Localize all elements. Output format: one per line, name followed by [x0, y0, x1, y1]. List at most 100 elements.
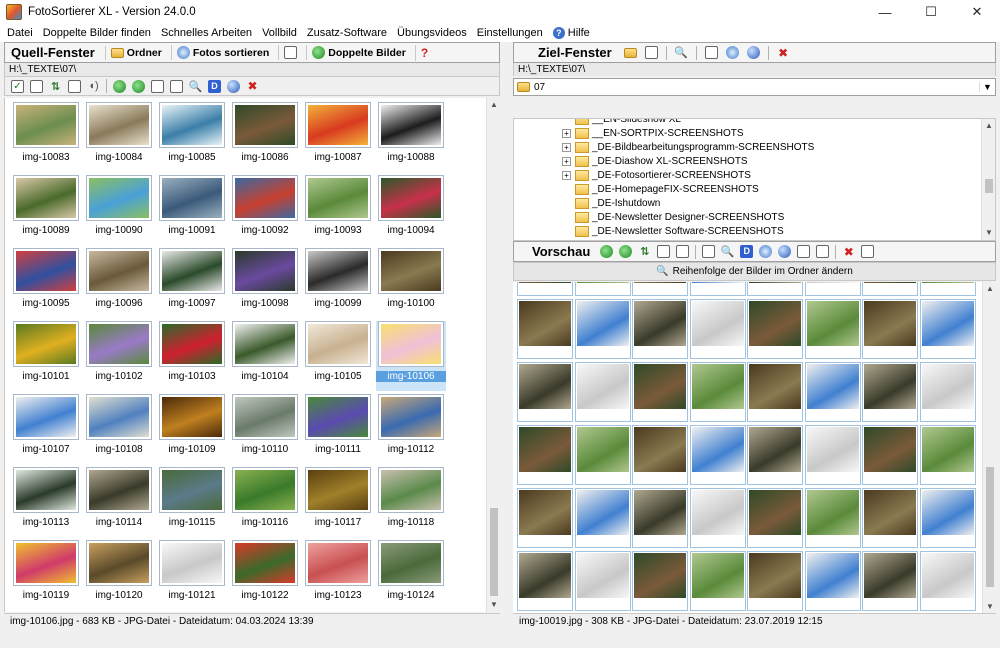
maximize-button[interactable]: ☐: [908, 0, 954, 24]
preview-thumbnail[interactable]: [574, 425, 631, 485]
preview-thumbnail[interactable]: [689, 362, 746, 422]
pv-export-button[interactable]: [757, 243, 774, 260]
thumbnail-item[interactable]: img-10122: [230, 540, 300, 610]
preview-thumbnail[interactable]: [919, 425, 976, 485]
pv-slideshow-button[interactable]: [795, 243, 812, 260]
preview-thumbnail[interactable]: [804, 551, 861, 611]
target-export-button[interactable]: [724, 44, 741, 61]
preview-thumbnail[interactable]: [804, 488, 861, 548]
pv-move-button[interactable]: [674, 243, 691, 260]
preview-thumbnail[interactable]: [689, 425, 746, 485]
thumbnail-item[interactable]: img-10086: [230, 102, 300, 172]
grid-view-button[interactable]: [66, 78, 83, 95]
thumbnail-item[interactable]: img-10117: [303, 467, 373, 537]
preview-scrollbar[interactable]: ▲ ▼: [982, 282, 996, 614]
thumbnail-item[interactable]: img-10083: [11, 102, 81, 172]
preview-thumbnail[interactable]: [632, 362, 688, 422]
menu-datei[interactable]: Datei: [2, 27, 38, 39]
preview-thumbnail[interactable]: [747, 425, 803, 485]
preview-thumbnail[interactable]: [632, 282, 688, 296]
preview-thumbnail[interactable]: [574, 362, 631, 422]
thumbnail-item[interactable]: img-10084: [84, 102, 154, 172]
info-button[interactable]: [168, 78, 185, 95]
preview-thumbnail[interactable]: [517, 299, 573, 359]
scroll-down-arrow[interactable]: ▼: [983, 600, 997, 614]
preview-thumbnail[interactable]: [862, 425, 918, 485]
tree-item[interactable]: _DE-Newsletter Software-SCREENSHOTS: [562, 224, 784, 238]
move-target-button[interactable]: [643, 44, 660, 61]
delete-button[interactable]: ✖: [244, 78, 261, 95]
thumbnail-item[interactable]: img-10101: [11, 321, 81, 391]
preview-thumbnail[interactable]: [862, 551, 918, 611]
menu-vollbild[interactable]: Vollbild: [257, 27, 302, 39]
target-folder-combo[interactable]: 07 ▼: [513, 78, 996, 96]
folder-button[interactable]: Ordner: [104, 45, 167, 60]
thumbnail-item[interactable]: img-10105: [303, 321, 373, 391]
target-refresh-button[interactable]: [703, 44, 720, 61]
pv-rotate-left-button[interactable]: [598, 243, 615, 260]
rotate-left-button[interactable]: [111, 78, 128, 95]
preview-thumbnail[interactable]: [804, 425, 861, 485]
pv-grid-button[interactable]: [655, 243, 672, 260]
pv-d-button[interactable]: D: [738, 243, 755, 260]
pv-search-button[interactable]: 🔍: [719, 243, 736, 260]
thumbnail-item[interactable]: img-10115: [157, 467, 227, 537]
reorder-button[interactable]: 🔍 Reihenfolge der Bilder im Ordner änder…: [513, 262, 996, 281]
expand-icon[interactable]: +: [562, 156, 571, 166]
thumbnail-item[interactable]: img-10108: [84, 394, 154, 464]
thumbnail-item[interactable]: img-10098: [230, 248, 300, 318]
thumbnail-item[interactable]: img-10092: [230, 175, 300, 245]
rotate-right-button[interactable]: [130, 78, 147, 95]
preview-thumbnail[interactable]: [919, 282, 976, 296]
preview-thumbnail[interactable]: [632, 488, 688, 548]
source-scrollbar[interactable]: ▲ ▼: [486, 98, 500, 612]
pv-copy-button[interactable]: [814, 243, 831, 260]
preview-thumbnail[interactable]: [919, 299, 976, 359]
preview-thumbnail[interactable]: [919, 488, 976, 548]
preview-thumbnail[interactable]: [689, 488, 746, 548]
sort-options-button[interactable]: [278, 45, 302, 60]
preview-thumbnail[interactable]: [517, 551, 573, 611]
preview-thumbnail[interactable]: [804, 299, 861, 359]
preview-thumbnail[interactable]: [747, 551, 803, 611]
preview-thumbnail[interactable]: [517, 425, 573, 485]
thumbnail-item[interactable]: img-10091: [157, 175, 227, 245]
thumbnail-item[interactable]: img-10100: [376, 248, 446, 318]
scroll-up-arrow[interactable]: ▲: [983, 282, 997, 296]
thumbnail-item[interactable]: img-10104: [230, 321, 300, 391]
scroll-down-arrow[interactable]: ▼: [982, 226, 995, 240]
thumbnail-item[interactable]: img-10093: [303, 175, 373, 245]
thumbnail-item[interactable]: img-10121: [157, 540, 227, 610]
tree-scrollbar[interactable]: ▲ ▼: [981, 119, 995, 240]
scroll-up-arrow[interactable]: ▲: [487, 98, 501, 112]
target-search-button[interactable]: 🔍: [673, 44, 690, 61]
thumbnail-item[interactable]: img-10087: [303, 102, 373, 172]
new-folder-button[interactable]: [622, 44, 639, 61]
menu-zusatz-software[interactable]: Zusatz-Software: [302, 27, 392, 39]
thumbnail-item[interactable]: img-10124: [376, 540, 446, 610]
sort-order-button[interactable]: ⇅: [47, 78, 64, 95]
scroll-down-arrow[interactable]: ▼: [487, 598, 501, 612]
scroll-thumb[interactable]: [490, 508, 498, 596]
move-button[interactable]: [149, 78, 166, 95]
preview-thumbnail[interactable]: [747, 282, 803, 296]
thumbnail-item[interactable]: img-10094: [376, 175, 446, 245]
thumbnail-item[interactable]: img-10116: [230, 467, 300, 537]
thumbnail-item[interactable]: img-10102: [84, 321, 154, 391]
scroll-thumb[interactable]: [985, 179, 993, 193]
preview-thumbnail[interactable]: [747, 299, 803, 359]
menu-uebungsvideos[interactable]: Übungsvideos: [392, 27, 472, 39]
tree-item[interactable]: __EN-Slideshow XL: [562, 119, 681, 126]
preview-thumbnail[interactable]: [804, 362, 861, 422]
thumbnail-item[interactable]: img-10114: [84, 467, 154, 537]
panel-splitter[interactable]: [500, 42, 513, 630]
preview-thumbnail[interactable]: [747, 488, 803, 548]
expand-icon[interactable]: +: [562, 170, 571, 180]
preview-thumbnail[interactable]: [862, 488, 918, 548]
sort-photos-button[interactable]: Fotos sortieren: [170, 45, 274, 60]
thumbnail-item[interactable]: img-10123: [303, 540, 373, 610]
preview-thumbnail[interactable]: [689, 282, 746, 296]
preview-thumbnail[interactable]: [574, 282, 631, 296]
preview-thumbnail[interactable]: [804, 282, 861, 296]
help-question-button[interactable]: ?: [414, 44, 433, 61]
